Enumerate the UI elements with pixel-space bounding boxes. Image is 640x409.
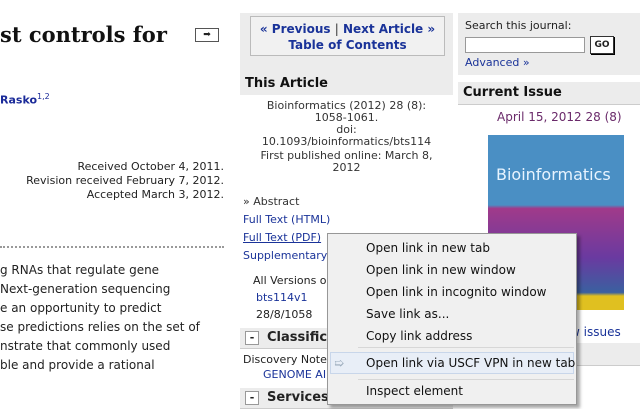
- abstract-text: g RNAs that regulate gene Next-generatio…: [0, 261, 230, 375]
- arrow-right-icon[interactable]: ➡: [195, 28, 219, 42]
- divider: [0, 246, 224, 248]
- abstract-line: e an opportunity to predict: [0, 301, 162, 315]
- menu-open-vpn[interactable]: Open link via USCF VPN in new tab: [366, 353, 575, 373]
- versions-label: All Versions o: [253, 274, 327, 287]
- menu-open-new-window[interactable]: Open link in new window: [366, 260, 516, 280]
- collapse-icon[interactable]: -: [245, 330, 259, 345]
- menu-separator: [358, 347, 574, 348]
- article-nav: « Previous | Next Article » Table of Con…: [250, 16, 445, 56]
- context-menu: Open link in new tab Open link in new wi…: [327, 233, 577, 405]
- citation-text: Bioinformatics (2012) 28 (8): 1058-1061.: [266, 99, 427, 124]
- current-issue-header: Current Issue: [458, 82, 640, 105]
- supplementary-link[interactable]: Supplementary: [243, 247, 330, 265]
- full-text-pdf-link[interactable]: Full Text (PDF): [243, 229, 330, 247]
- search-label: Search this journal:: [465, 19, 572, 32]
- cover-title: Bioinformatics: [496, 165, 611, 184]
- abstract-line: se predictions relies on the set of: [0, 320, 200, 334]
- full-text-html-link[interactable]: Full Text (HTML): [243, 211, 330, 229]
- version-link[interactable]: bts114v1: [253, 289, 327, 306]
- classification-title: Classifica: [267, 330, 336, 345]
- collapse-icon[interactable]: -: [245, 390, 259, 405]
- author-name[interactable]: Rasko: [0, 94, 37, 107]
- arrow-right-icon: ➯: [334, 356, 345, 370]
- next-article-link[interactable]: Next Article »: [343, 22, 435, 36]
- abstract-link[interactable]: » Abstract: [243, 193, 330, 211]
- view-issues-link[interactable]: w issues: [570, 325, 621, 339]
- abstract-line: g RNAs that regulate gene: [0, 263, 160, 277]
- toc-link[interactable]: Table of Contents: [288, 38, 406, 52]
- article-title: st controls for: [0, 22, 167, 47]
- article-links: » Abstract Full Text (HTML) Full Text (P…: [243, 193, 330, 265]
- this-article-header: This Article: [240, 73, 453, 95]
- citation: Bioinformatics (2012) 28 (8): 1058-1061.…: [240, 100, 453, 174]
- menu-open-new-tab[interactable]: Open link in new tab: [366, 238, 490, 258]
- abstract-line: nstrate that commonly used: [0, 339, 171, 353]
- accepted-date: Accepted March 3, 2012.: [86, 188, 224, 201]
- history-dates: Received October 4, 2011. Revision recei…: [26, 160, 224, 202]
- nav-separator: |: [334, 22, 339, 36]
- menu-save-link[interactable]: Save link as...: [366, 304, 449, 324]
- author-link[interactable]: Rasko1,2: [0, 92, 50, 107]
- revised-date: Revision received February 7, 2012.: [26, 174, 224, 187]
- go-button[interactable]: GO: [590, 36, 614, 54]
- author-affiliations[interactable]: 1,2: [37, 92, 50, 101]
- version-ref: 28/8/1058: [256, 308, 313, 321]
- previous-link[interactable]: « Previous: [260, 22, 331, 36]
- menu-open-incognito[interactable]: Open link in incognito window: [366, 282, 546, 302]
- received-date: Received October 4, 2011.: [77, 160, 224, 173]
- issue-date[interactable]: April 15, 2012 28 (8): [497, 110, 622, 124]
- classification-note: Discovery Note: [243, 353, 327, 366]
- abstract-line: ble and provide a rational: [0, 358, 155, 372]
- menu-inspect-element[interactable]: Inspect element: [366, 381, 463, 401]
- versions: All Versions o bts114v1 28/8/1058: [253, 272, 327, 323]
- doi-value: 10.1093/bioinformatics/bts114: [261, 135, 432, 148]
- search-input[interactable]: [465, 37, 585, 53]
- category-link[interactable]: GENOME AI: [263, 368, 326, 381]
- abstract-line: Next-generation sequencing: [0, 282, 171, 296]
- menu-copy-link[interactable]: Copy link address: [366, 326, 472, 346]
- services-title: Services: [267, 390, 329, 405]
- menu-separator: [358, 379, 574, 380]
- published-date: First published online: March 8, 2012: [260, 149, 433, 174]
- advanced-search-link[interactable]: Advanced »: [465, 56, 530, 69]
